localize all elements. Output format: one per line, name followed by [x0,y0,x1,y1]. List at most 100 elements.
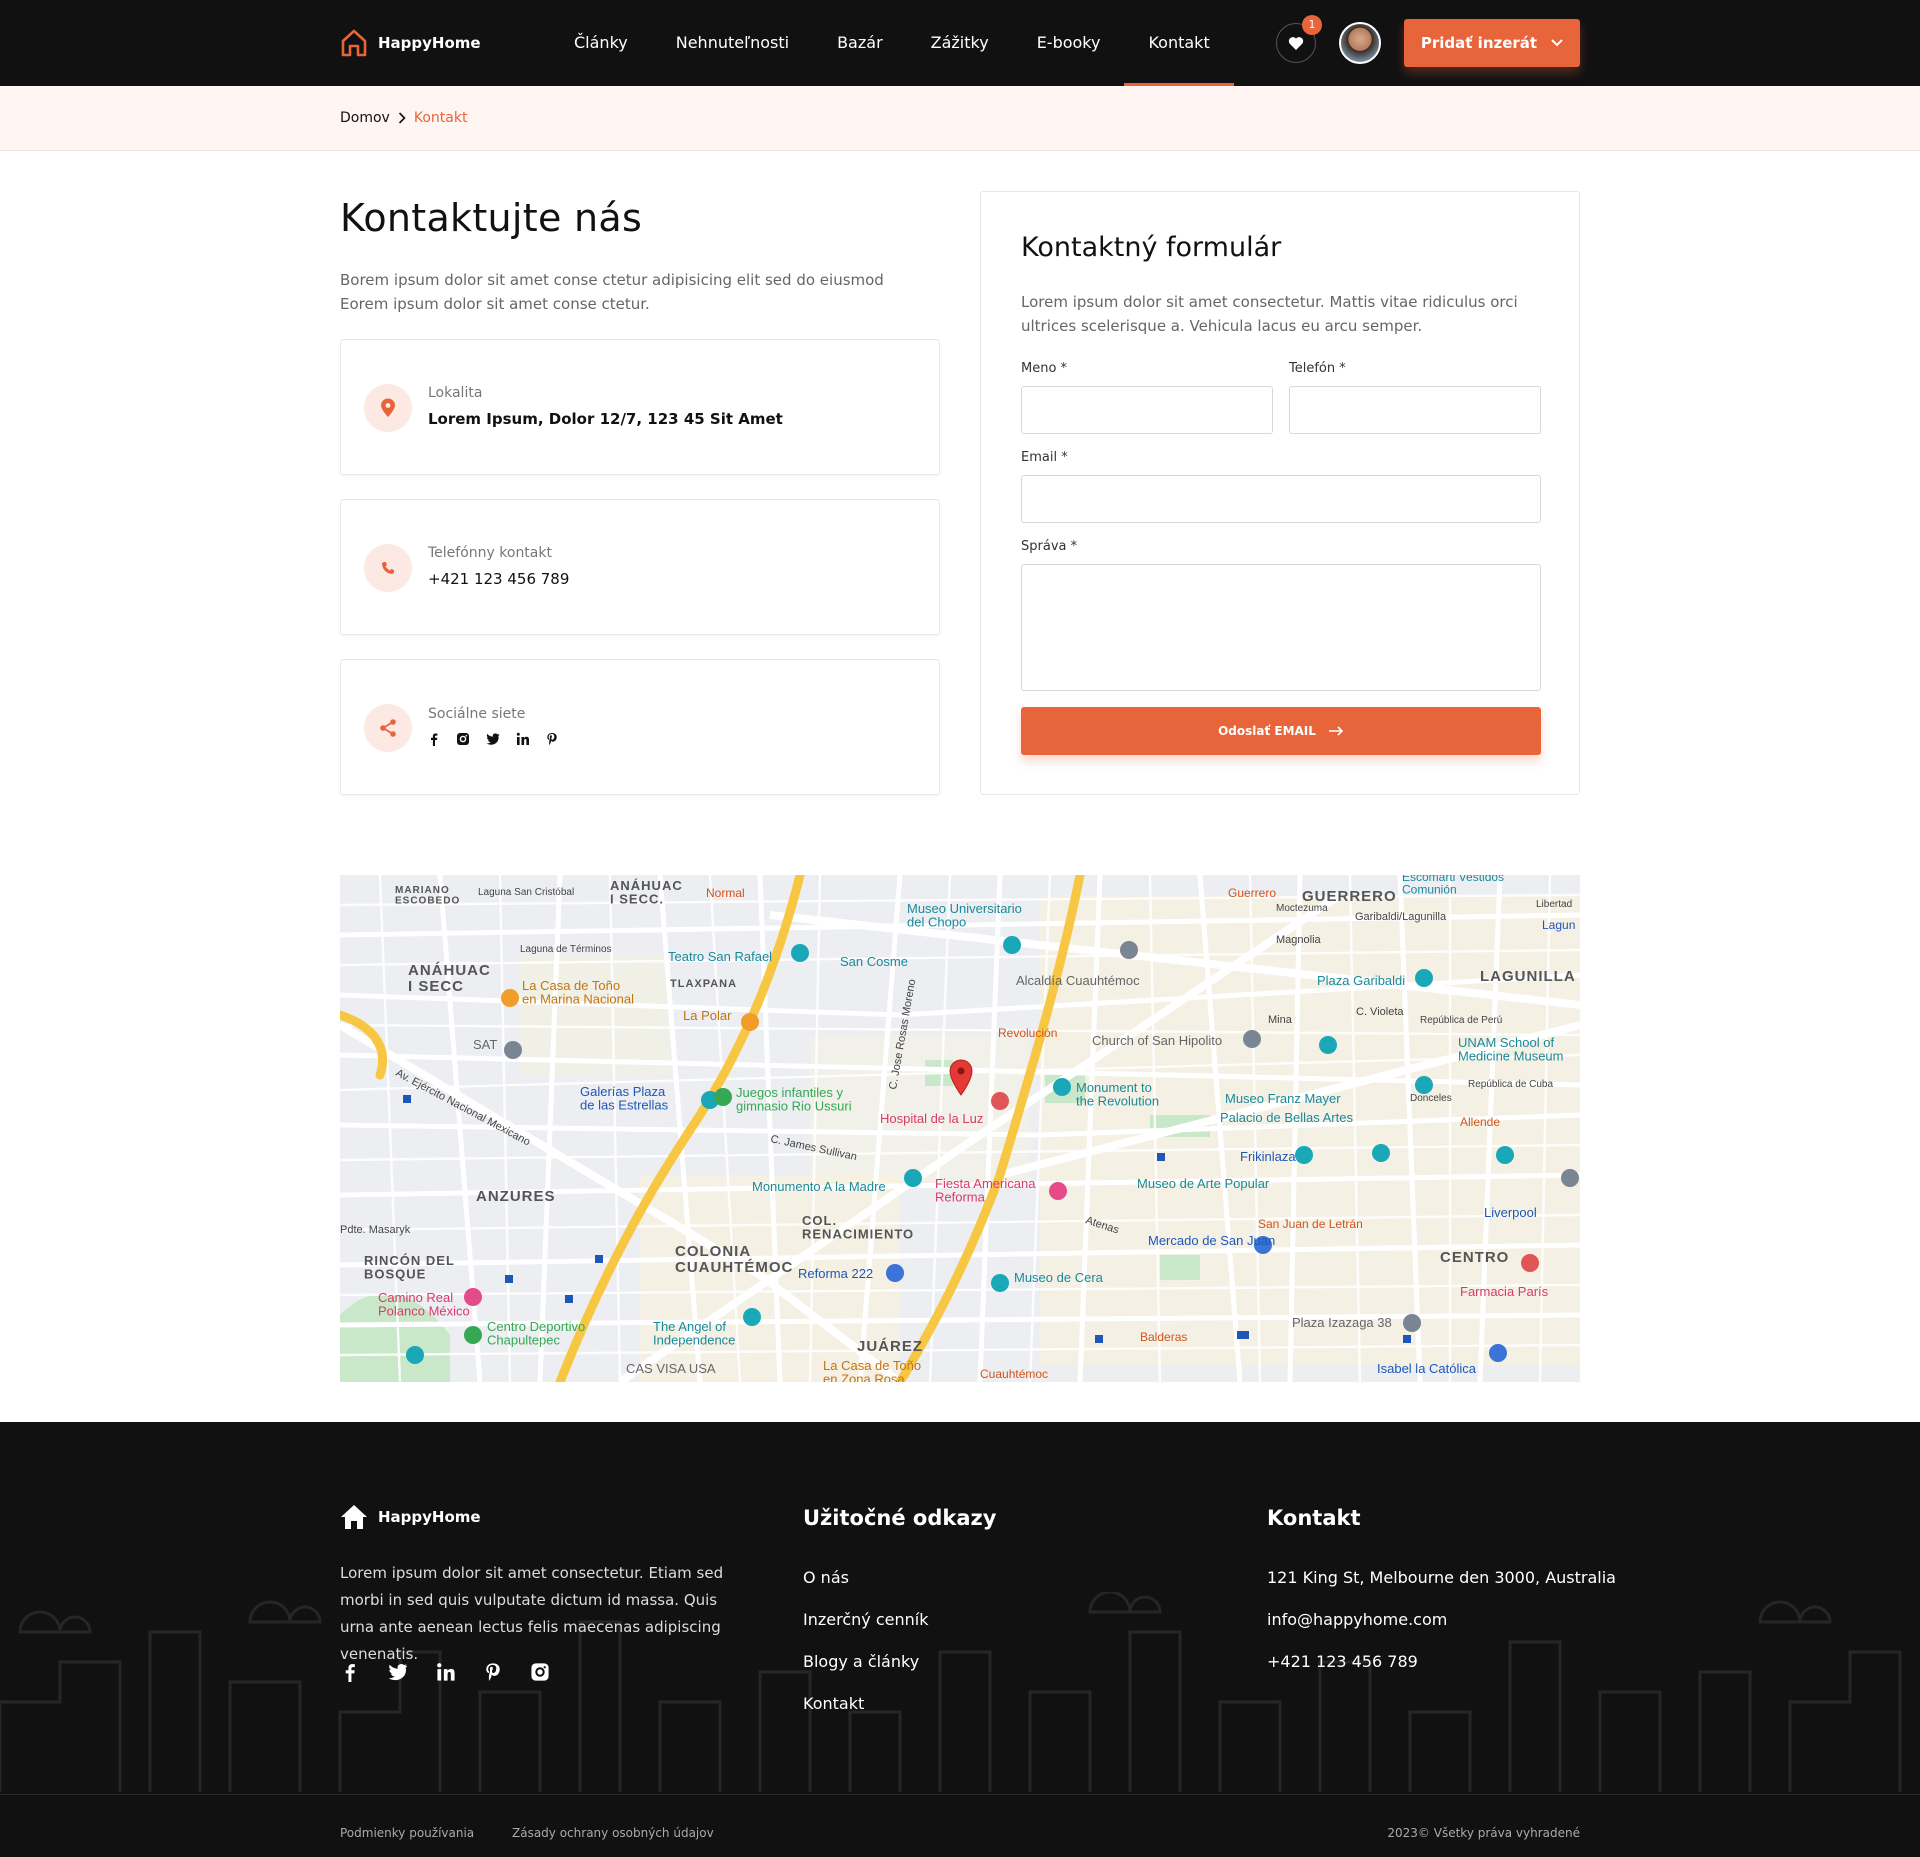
map-label-galerias: Galerías Plaza de las Estrellas [580,1084,669,1113]
map-label-museo-cera: Museo de Cera [1014,1270,1104,1285]
chevron-down-icon [1551,39,1563,47]
email-field[interactable] [1021,475,1541,523]
site-footer: HappyHome Lorem ipsum dolor sit amet con… [0,1422,1920,1857]
footer-address: 121 King St, Melbourne den 3000, Austral… [1267,1568,1616,1587]
facebook-icon[interactable] [340,1662,360,1682]
instagram-icon[interactable] [456,732,470,746]
map-label-la-polar: La Polar [683,1008,732,1023]
map-canvas: ANÁHUAC I SECC ANÁHUAC I SECC. GUERRERO LA… [340,875,1580,1382]
submit-button[interactable]: Odoslať EMAIL [1021,707,1541,755]
map-label-laguna-terminos: Laguna de Términos [520,944,612,955]
map-label-cas-visa: CAS VISA USA [626,1361,716,1376]
map-label-liverpool: Liverpool [1484,1205,1537,1220]
map-label-centro: CENTRO [1440,1249,1509,1266]
name-field[interactable] [1021,386,1273,434]
page-title: Kontaktujte nás [340,196,643,240]
main-nav: Články Nehnuteľnosti Bazár Zážitky E-boo… [550,0,1234,86]
message-field[interactable] [1021,564,1541,691]
nav-kontakt[interactable]: Kontakt [1124,0,1234,86]
copyright: 2023© Všetky práva vyhradené [1387,1826,1580,1840]
map-label-sat: SAT [473,1037,497,1052]
instagram-icon[interactable] [530,1662,550,1682]
map-label-franz-mayer: Museo Franz Mayer [1225,1091,1341,1106]
map-label-anahuac: ANÁHUAC I SECC [408,962,491,995]
map-label-donceles: Donceles [1410,1093,1452,1104]
linkedin-icon[interactable] [516,732,530,746]
footer-link-about[interactable]: O nás [803,1568,849,1587]
phone-card: Telefónny kontakt +421 123 456 789 [340,499,940,635]
footer-link-blogs[interactable]: Blogy a články [803,1652,919,1671]
pinterest-icon[interactable] [484,1662,502,1682]
map-label-guerrero-metro: Guerrero [1228,886,1276,900]
map-label-plaza-izazaga: Plaza Izazaga 38 [1292,1315,1392,1330]
phone-value[interactable]: +421 123 456 789 [428,570,569,588]
nav-bazar[interactable]: Bazár [813,0,907,86]
map-label-angel: The Angel of Independence [653,1319,735,1348]
map-label-teatro: Teatro San Rafael [668,949,772,964]
breadcrumb-home[interactable]: Domov [340,110,390,126]
map-label-mina: Mina [1268,1014,1293,1026]
map-label-lagunilla: LAGUNILLA [1480,968,1576,985]
map-label-san-cosme: San Cosme [840,954,908,969]
map-label-magnolia: Magnolia [1276,934,1322,946]
share-icon [364,704,412,752]
linkedin-icon[interactable] [436,1662,456,1682]
map-label-escomarti: Escomarti Vestidos Comunión [1402,875,1504,897]
privacy-link[interactable]: Zásady ochrany osobných údajov [512,1826,714,1840]
phone-icon [364,544,412,592]
footer-email[interactable]: info@happyhome.com [1267,1610,1447,1629]
footer-brand[interactable]: HappyHome [340,1504,481,1530]
arrow-right-icon [1328,726,1344,736]
footer-divider [0,1794,1920,1795]
map-label-libertad: Libertad [1536,899,1572,910]
terms-link[interactable]: Podmienky používania [340,1826,474,1840]
footer-contact-title: Kontakt [1267,1506,1361,1530]
footer-phone[interactable]: +421 123 456 789 [1267,1652,1418,1671]
location-map[interactable]: ANÁHUAC I SECC ANÁHUAC I SECC. GUERRERO LA… [340,875,1580,1382]
add-listing-button[interactable]: Pridať inzerát [1404,19,1580,67]
map-label-hospital: Hospital de la Luz [880,1111,983,1126]
map-label-laguna: Lagun [1542,918,1575,932]
footer-description: Lorem ipsum dolor sit amet consectetur. … [340,1564,724,1663]
map-label-mariano: MARIANO ESCOBEDO [395,885,460,907]
map-label-juegos: Juegos infantiles y gimnasio Rio Ussuri [736,1085,852,1114]
map-label-plaza-garibaldi: Plaza Garibaldi [1317,973,1405,988]
facebook-icon[interactable] [428,732,440,746]
form-title: Kontaktný formulár [1021,232,1282,263]
breadcrumb: Domov Kontakt [0,86,1920,151]
submit-label: Odoslať EMAIL [1218,724,1316,738]
twitter-icon[interactable] [388,1663,408,1681]
map-label-bellas-artes: Palacio de Bellas Artes [1220,1110,1353,1125]
add-listing-label: Pridať inzerát [1420,34,1538,52]
location-label: Lokalita [428,385,483,401]
nav-ebooky[interactable]: E-booky [1013,0,1125,86]
map-label-alcaldia: Alcaldía Cuauhtémoc [1016,973,1140,988]
map-label-la-casa-tono: La Casa de Toño en Marina Nacional [522,978,634,1007]
chevron-right-icon [398,112,406,124]
map-label-church: Church of San Hipolito [1092,1033,1222,1048]
location-value: Lorem Ipsum, Dolor 12/7, 123 45 Sit Amet [428,410,783,428]
map-label-monument: Monument to the Revolution [1076,1080,1159,1109]
footer-social-links [340,1662,550,1682]
nav-clanky[interactable]: Články [550,0,652,86]
favorites-count-badge: 1 [1302,15,1322,35]
brand-logo[interactable]: HappyHome [340,28,481,58]
nav-zazitky[interactable]: Zážitky [907,0,1013,86]
map-label-centro-dep: Centro Deportivo Chapultepec [487,1319,585,1348]
location-card: Lokalita Lorem Ipsum, Dolor 12/7, 123 45… [340,339,940,475]
footer-link-pricing[interactable]: Inzerčný cenník [803,1610,928,1629]
footer-link-contact[interactable]: Kontakt [803,1694,864,1713]
nav-nehnutelnosti[interactable]: Nehnuteľnosti [652,0,813,86]
twitter-icon[interactable] [486,733,500,745]
city-skyline-decoration [0,1592,1902,1792]
phone-label: Telefónny kontakt [428,545,552,561]
map-label-moctezuma: Moctezuma [1276,903,1328,914]
heart-icon [1288,36,1304,50]
pinterest-icon[interactable] [546,732,558,746]
map-label-frikinlaza: Frikinlaza [1240,1149,1296,1164]
footer-contact-column: Kontakt [1267,1506,1361,1530]
user-avatar[interactable] [1339,22,1381,64]
phone-field[interactable] [1289,386,1541,434]
map-pin-icon [364,384,412,432]
map-label-juarez: JUÁREZ [857,1338,923,1355]
